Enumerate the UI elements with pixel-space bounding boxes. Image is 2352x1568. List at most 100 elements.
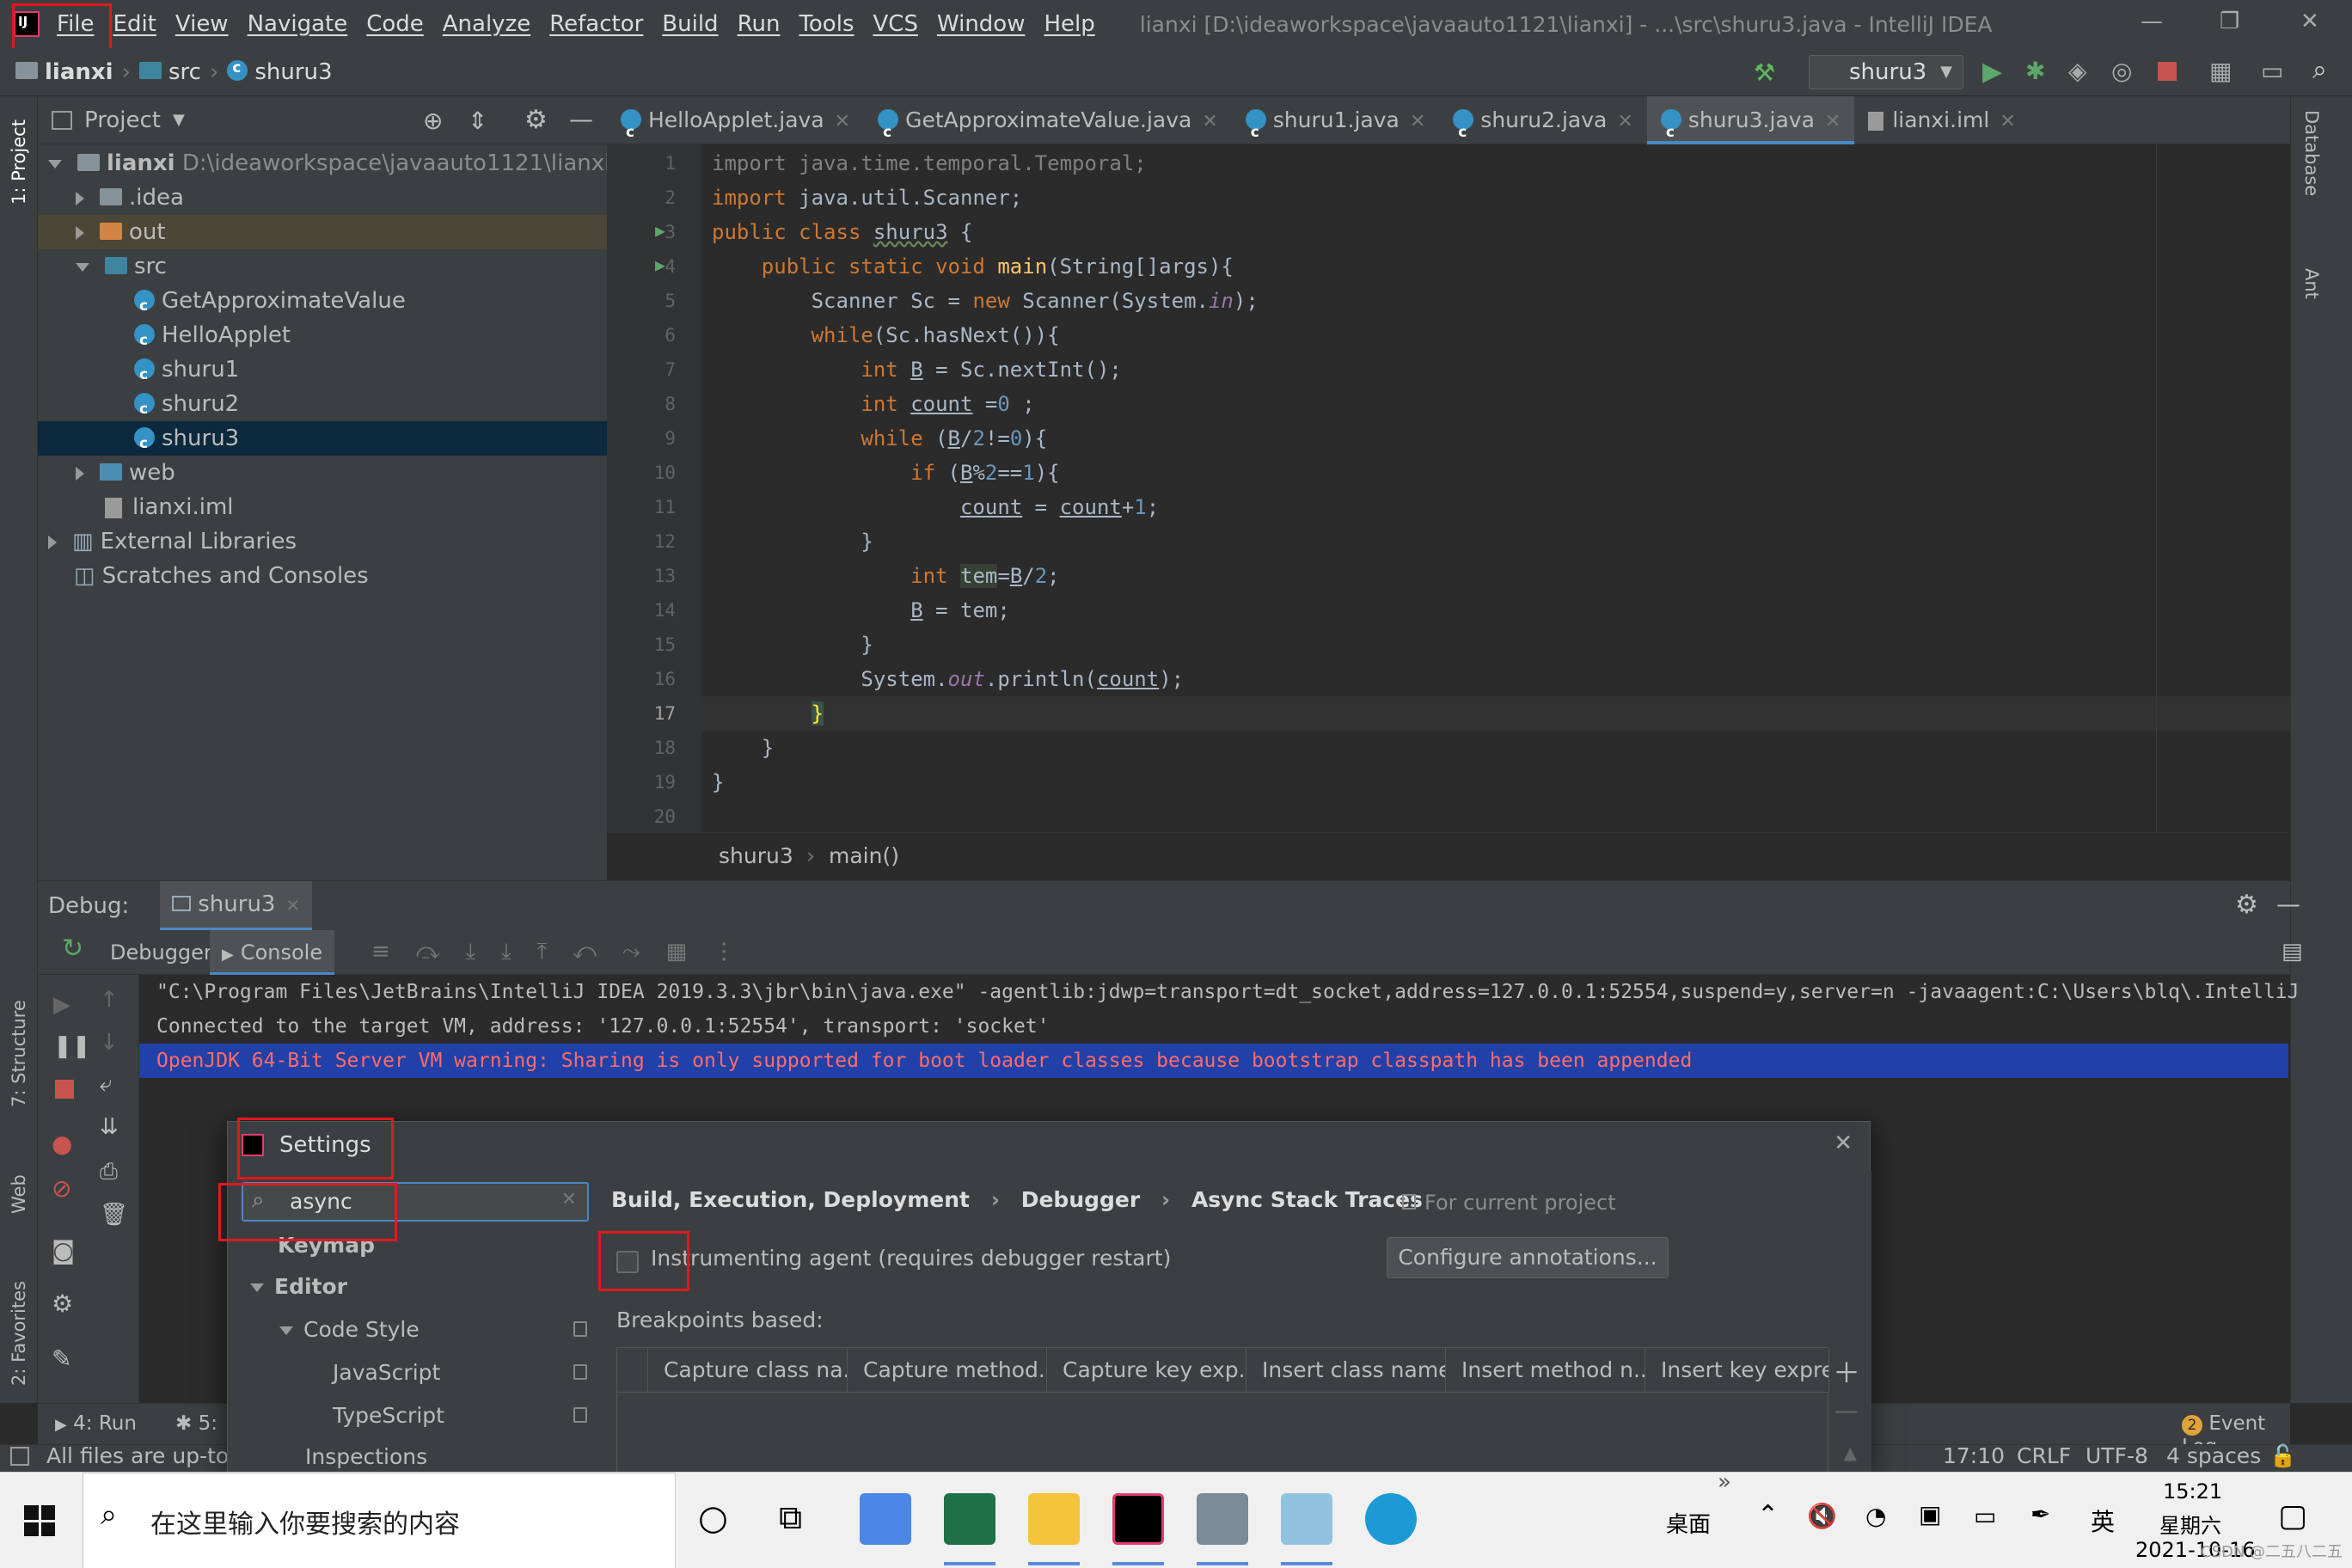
window-layout-icon[interactable]: ▭ xyxy=(2261,57,2283,85)
app-excel-icon[interactable] xyxy=(944,1493,995,1545)
app-terminal-icon[interactable] xyxy=(1197,1493,1248,1545)
tree-item-idea[interactable]: .idea xyxy=(76,181,184,215)
file-encoding[interactable]: UTF-8 xyxy=(2086,1443,2148,1468)
close-icon[interactable]: ✕ xyxy=(1410,111,1425,132)
tree-item-src[interactable]: src xyxy=(76,249,167,284)
tab-lianxi-iml[interactable]: lianxi.iml ✕ xyxy=(1854,96,2029,144)
breadcrumb-class[interactable]: shuru3 xyxy=(719,843,793,868)
nav-folder[interactable]: src xyxy=(168,59,201,85)
coverage-icon[interactable]: ◈ xyxy=(2068,57,2087,85)
tree-item-web[interactable]: web xyxy=(76,456,175,490)
taskbar-search-box[interactable]: ⌕ 在这里输入你要搜索的内容 xyxy=(83,1473,676,1568)
camera-icon[interactable]: ◙ xyxy=(52,1236,75,1265)
tree-root[interactable]: lianxi D:\ideaworkspace\javaauto1121\lia… xyxy=(48,146,610,181)
tree-item-class[interactable]: shuru1 xyxy=(134,352,239,392)
nav-project[interactable]: lianxi xyxy=(45,59,113,85)
minimize-icon[interactable]: — xyxy=(2141,9,2163,34)
hide-icon[interactable]: — xyxy=(2276,890,2300,918)
run-gutter-icon[interactable]: ▶ xyxy=(655,220,665,241)
breadcrumb-method[interactable]: main() xyxy=(829,843,899,868)
locate-icon[interactable]: ⊕ xyxy=(423,107,443,135)
col-capture-class[interactable]: Capture class na... xyxy=(648,1348,848,1393)
notification-icon[interactable]: ▢ xyxy=(2278,1498,2307,1534)
pause-icon[interactable]: ❚❚ xyxy=(53,1033,91,1059)
close-icon[interactable]: ✕ xyxy=(1825,111,1841,132)
stop-icon[interactable] xyxy=(2158,62,2177,81)
menu-window[interactable]: Window xyxy=(937,11,1026,37)
build-hammer-icon[interactable]: ⚒ xyxy=(1754,58,1775,87)
tree-item-class[interactable]: HelloApplet xyxy=(134,318,291,358)
scroll-end-icon[interactable]: ⇊ xyxy=(100,1114,119,1140)
debug-tool-button[interactable]: ✱ 5: xyxy=(175,1412,217,1435)
pen-icon[interactable]: ✒ xyxy=(2030,1500,2050,1528)
move-up-icon[interactable]: ▲ xyxy=(1844,1442,1857,1463)
menu-code[interactable]: Code xyxy=(366,11,424,37)
tray-expand-icon[interactable]: ⌃ xyxy=(1757,1500,1779,1530)
stepping-toolbar[interactable]: ≡⤼⤓⤓⤒⤺⤳▦⋮ xyxy=(371,939,761,965)
tree-item-external-libraries[interactable]: ▥ External Libraries xyxy=(48,524,297,559)
network-icon[interactable]: ▣ xyxy=(1919,1500,1941,1528)
tree-item-class-selected[interactable]: shuru3 xyxy=(38,421,607,461)
status-toggle-icon[interactable] xyxy=(10,1447,29,1466)
code-editor[interactable]: import java.time.temporal.Temporal; impo… xyxy=(701,144,2311,832)
close-icon[interactable]: ✕ xyxy=(285,895,300,916)
tab-console[interactable]: ▶ Console xyxy=(210,930,335,975)
clear-icon[interactable]: ✕ xyxy=(561,1189,577,1210)
search-everywhere-icon[interactable]: ⌕ xyxy=(2312,55,2327,85)
run-gutter-icon[interactable]: ▶ xyxy=(655,254,665,275)
soft-wrap-icon[interactable]: ⤶ xyxy=(100,1071,113,1098)
tree-item-iml[interactable]: lianxi.iml xyxy=(105,490,234,524)
ant-tool-button[interactable]: Ant xyxy=(2301,268,2322,299)
clock-time[interactable]: 15:21 xyxy=(2163,1479,2222,1504)
project-tool-button[interactable]: 1: Project xyxy=(9,119,29,205)
mute-breakpoints-icon[interactable]: ⊘ xyxy=(52,1174,71,1203)
tree-item-typescript[interactable]: TypeScript xyxy=(333,1397,603,1435)
web-tool-button[interactable]: Web xyxy=(9,1174,29,1214)
lock-icon[interactable]: 🔓 xyxy=(2269,1443,2296,1469)
configure-annotations-button[interactable]: Configure annotations... xyxy=(1387,1237,1669,1278)
tree-item-out[interactable]: out xyxy=(38,215,607,249)
debug-bug-icon[interactable]: ✱ xyxy=(2025,57,2045,85)
layout-icon[interactable]: ▤ xyxy=(2282,939,2303,965)
tree-item-scratches[interactable]: ◫ Scratches and Consoles xyxy=(74,559,369,593)
nav-file[interactable]: shuru3 xyxy=(254,59,332,85)
run-tool-button[interactable]: ▶ 4: Run xyxy=(55,1412,137,1435)
menu-vcs[interactable]: VCS xyxy=(873,11,918,37)
tree-item-class[interactable]: GetApproximateValue xyxy=(134,284,406,323)
app-feishu-icon[interactable] xyxy=(860,1493,911,1545)
menu-run[interactable]: Run xyxy=(738,11,781,37)
tree-item-editor[interactable]: Editor xyxy=(250,1268,347,1306)
volume-mute-icon[interactable]: 🔇 xyxy=(1807,1502,1837,1530)
menu-build[interactable]: Build xyxy=(662,11,718,37)
col-insert-class[interactable]: Insert class name xyxy=(1246,1348,1446,1393)
close-icon[interactable]: ✕ xyxy=(1202,111,1217,132)
indent-setting[interactable]: 4 spaces xyxy=(2166,1443,2261,1468)
project-panel-title[interactable]: Project xyxy=(84,107,161,133)
print-icon[interactable]: ⎙ xyxy=(100,1159,118,1185)
hide-icon[interactable]: — xyxy=(569,105,593,133)
col-insert-method[interactable]: Insert method n... xyxy=(1446,1348,1645,1393)
gear-icon[interactable]: ⚙ xyxy=(524,105,548,135)
run-icon[interactable]: ▶ xyxy=(1982,57,2002,87)
pin-icon[interactable]: ✎ xyxy=(52,1344,71,1373)
debug-session-tab[interactable]: shuru3 ✕ xyxy=(160,880,313,931)
tree-item-javascript[interactable]: JavaScript xyxy=(333,1354,603,1392)
tab-shuru3[interactable]: shuru3.java ✕ xyxy=(1646,96,1855,156)
profile-icon[interactable]: ◎ xyxy=(2111,57,2132,85)
battery-icon[interactable]: ▭ xyxy=(1974,1502,1996,1530)
app-intellij-icon[interactable] xyxy=(1112,1493,1164,1545)
wifi-icon[interactable]: ◔ xyxy=(1865,1502,1886,1530)
close-icon[interactable]: ✕ xyxy=(835,111,850,132)
menu-help[interactable]: Help xyxy=(1044,11,1094,37)
tree-item-class[interactable]: shuru2 xyxy=(134,387,239,426)
instrumenting-agent-label[interactable]: Instrumenting agent (requires debugger r… xyxy=(651,1246,1171,1271)
close-icon[interactable]: ✕ xyxy=(2000,111,2015,132)
down-arrow-icon[interactable]: ↓ xyxy=(100,1030,119,1056)
clock-weekday[interactable]: 星期六 xyxy=(2159,1509,2221,1539)
windows-start-icon[interactable] xyxy=(24,1505,55,1536)
menu-edit[interactable]: Edit xyxy=(113,11,156,37)
favorites-tool-button[interactable]: 2: Favorites xyxy=(9,1281,29,1386)
tree-item-code-style[interactable]: Code Style xyxy=(279,1311,603,1349)
tab-getapproximatevalue[interactable]: GetApproximateValue.java ✕ xyxy=(864,96,1232,156)
tree-item-inspections[interactable]: Inspections xyxy=(305,1442,603,1473)
